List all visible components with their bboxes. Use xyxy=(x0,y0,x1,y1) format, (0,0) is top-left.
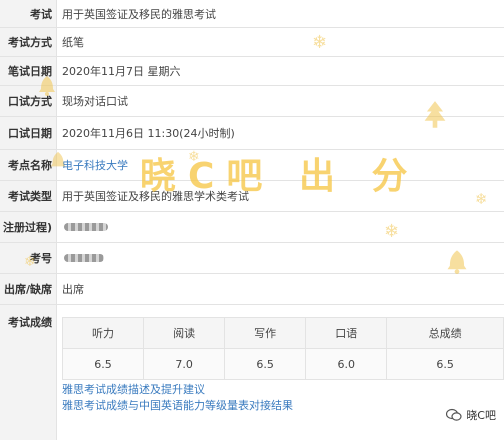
row-attendance: 出席/缺席 出席 xyxy=(0,274,504,305)
row-label-written-method: 考试方式 xyxy=(0,28,57,56)
row-value-written-method: 纸笔 xyxy=(62,36,84,49)
score-overall: 6.5 xyxy=(386,348,504,380)
row-exam: 考试 用于英国签证及移民的雅思考试 xyxy=(0,0,504,28)
row-value-registration xyxy=(62,212,108,242)
score-speaking: 6.0 xyxy=(305,348,388,380)
score-header-speaking: 口语 xyxy=(305,317,388,349)
wechat-tag: 晓C吧 xyxy=(446,407,496,423)
wechat-tag-label: 晓C吧 xyxy=(466,409,496,422)
descriptors-link[interactable]: 雅思考试成绩描述及提升建议 xyxy=(62,381,205,397)
row-candidate-number: 考号 xyxy=(0,243,504,274)
row-value-speaking-date: 2020年11月6日 11:30(24小时制) xyxy=(62,127,235,140)
row-label-speaking-date: 口试日期 xyxy=(0,117,57,149)
score-header-row: 听力 阅读 写作 口语 总成绩 xyxy=(61,317,504,349)
snowflake-icon: ❄ xyxy=(312,32,328,53)
scores-label: 考试成绩 xyxy=(0,305,57,440)
score-header-reading: 阅读 xyxy=(143,317,226,349)
score-writing: 6.5 xyxy=(224,348,307,380)
row-label-type: 考试类型 xyxy=(0,181,57,211)
tree-icon xyxy=(424,101,446,128)
row-label-exam: 考试 xyxy=(0,0,57,27)
snowflake-icon: ❄ xyxy=(475,190,488,208)
watermark-text: 晓C吧 出 分 xyxy=(140,156,420,197)
scores-section: 考试成绩 听力 阅读 写作 口语 总成绩 6.5 7.0 6.5 6.0 6.5… xyxy=(0,305,504,440)
score-table: 听力 阅读 写作 口语 总成绩 6.5 7.0 6.5 6.0 6.5 xyxy=(61,317,504,380)
snowflake-icon: ❄ xyxy=(384,221,400,242)
score-header-listening: 听力 xyxy=(61,317,145,349)
redacted-mark xyxy=(64,254,104,262)
snowflake-icon: ❄ xyxy=(24,254,36,270)
score-report: 考试 用于英国签证及移民的雅思考试 考试方式 纸笔 笔试日期 2020年11月7… xyxy=(0,0,504,440)
score-listening: 6.5 xyxy=(61,348,145,380)
row-value-speaking-method: 现场对话口试 xyxy=(62,95,128,108)
row-value-candidate-number xyxy=(62,243,104,273)
bell-icon xyxy=(50,151,66,167)
row-written-date: 笔试日期 2020年11月7日 星期六 xyxy=(0,57,504,86)
bell-icon xyxy=(39,76,55,96)
score-value-row: 6.5 7.0 6.5 6.0 6.5 xyxy=(61,348,504,380)
row-value-attendance: 出席 xyxy=(62,283,84,296)
row-value-written-date: 2020年11月7日 星期六 xyxy=(62,65,181,78)
score-reading: 7.0 xyxy=(143,348,226,380)
row-written-method: 考试方式 纸笔 xyxy=(0,28,504,57)
venue-link[interactable]: 电子科技大学 xyxy=(62,150,128,180)
redacted-mark xyxy=(64,223,108,231)
wechat-icon xyxy=(446,408,462,421)
row-label-registration: 注册过程) xyxy=(0,212,57,242)
cefr-link[interactable]: 雅思考试成绩与中国英语能力等级量表对接结果 xyxy=(62,397,293,413)
score-header-writing: 写作 xyxy=(224,317,307,349)
row-value-exam: 用于英国签证及移民的雅思考试 xyxy=(62,7,216,21)
row-registration: 注册过程) xyxy=(0,212,504,243)
bell-icon xyxy=(447,250,467,274)
score-header-overall: 总成绩 xyxy=(386,317,504,349)
row-label-attendance: 出席/缺席 xyxy=(0,274,57,304)
